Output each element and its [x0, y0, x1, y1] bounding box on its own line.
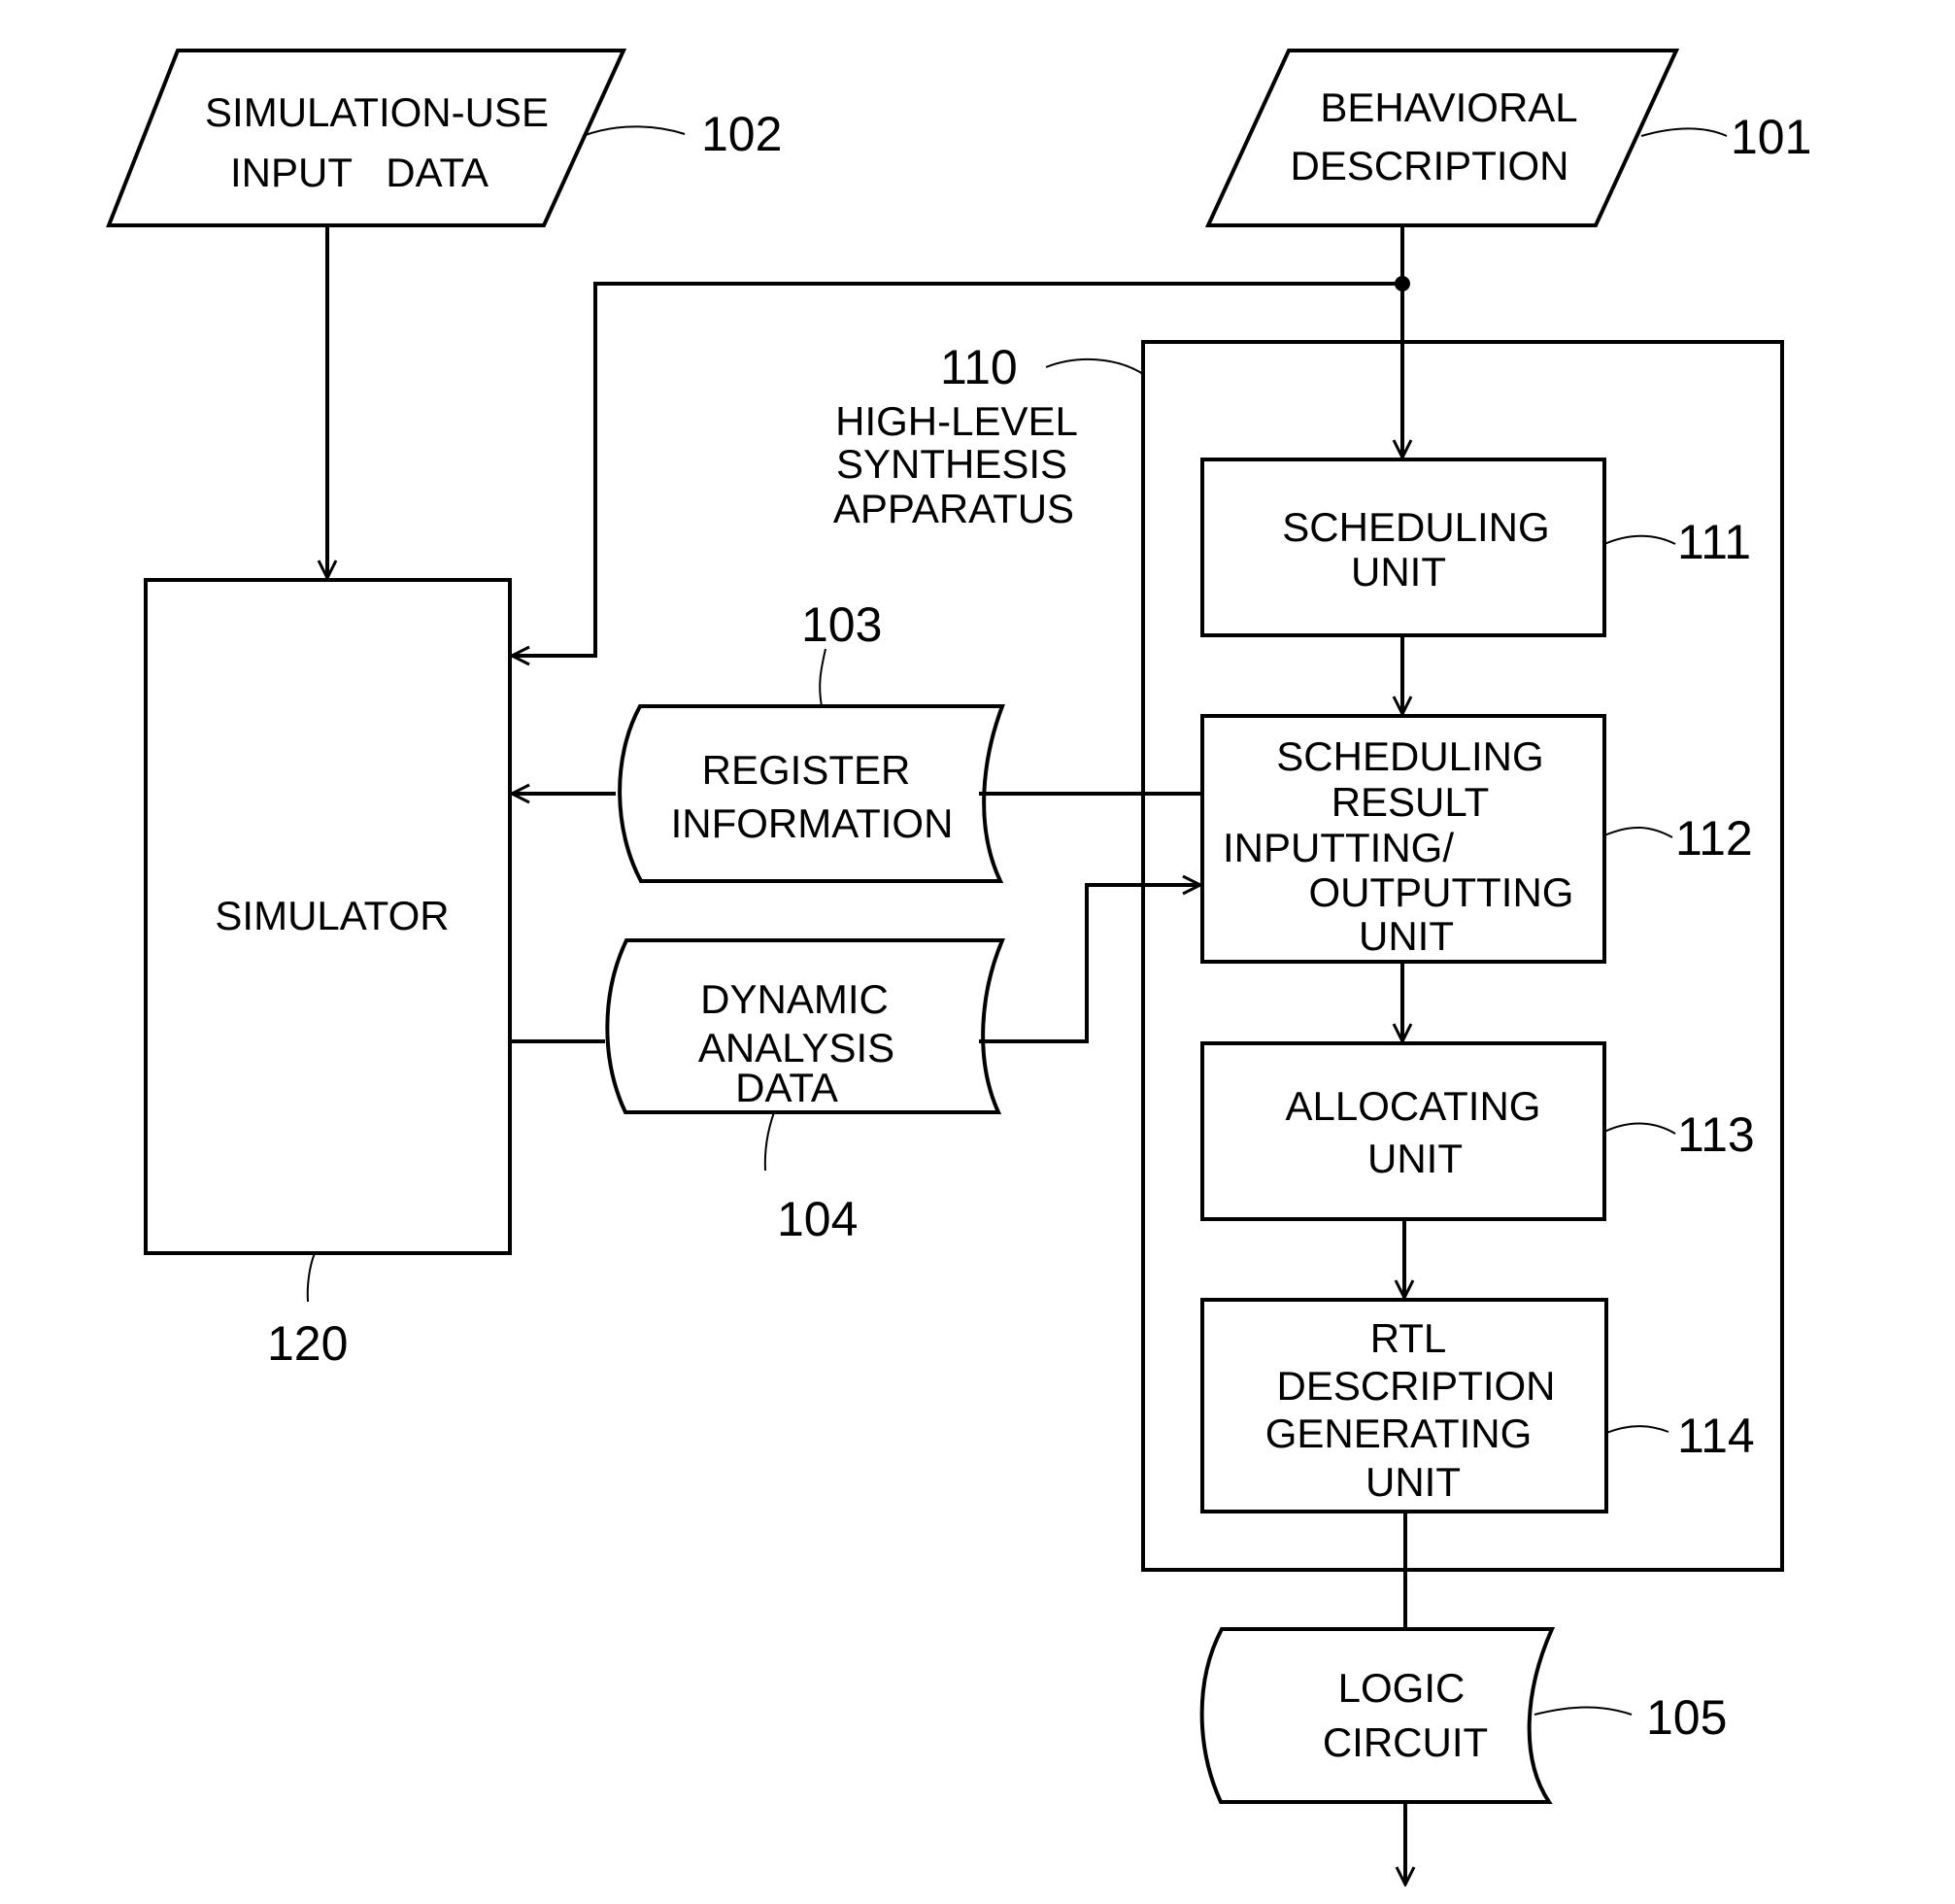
node-label-line: ALLOCATING — [1286, 1083, 1541, 1129]
scheduling-result-io-unit-node: SCHEDULING RESULT INPUTTING/ OUTPUTTING … — [1200, 714, 1606, 964]
leader-line — [763, 1111, 775, 1172]
leader-line — [1045, 358, 1144, 375]
scheduling-unit-node: SCHEDULING UNIT — [1200, 458, 1606, 637]
ref-number-103: 103 — [801, 597, 882, 652]
node-label-line: GENERATING — [1265, 1411, 1533, 1456]
logic-circuit-node: LOGIC CIRCUIT — [1199, 1627, 1556, 1804]
node-label-line: UNIT — [1365, 1459, 1461, 1505]
rtl-description-generating-unit-node: RTL DESCRIPTION GENERATING UNIT — [1200, 1298, 1608, 1513]
ref-number-120: 120 — [267, 1316, 348, 1371]
node-label-line: DESCRIPTION — [1276, 1363, 1555, 1409]
node-label-line: ANALYSIS — [698, 1025, 894, 1071]
node-label-line: LOGIC — [1338, 1665, 1466, 1711]
block-diagram: SIMULATION-USE INPUT DATA 102 BEHAVIORAL… — [106, 49, 1811, 1904]
node-label-line: UNIT — [1351, 549, 1446, 595]
ref-number-113: 113 — [1677, 1107, 1755, 1162]
leader-line — [819, 648, 826, 707]
apparatus-label-line: SYNTHESIS — [836, 441, 1067, 487]
ref-number-101: 101 — [1731, 110, 1811, 164]
node-label-line: CIRCUIT — [1323, 1719, 1488, 1765]
node-label-line: UNIT — [1359, 913, 1454, 959]
leader-line — [582, 125, 686, 137]
leader-line — [1534, 1706, 1633, 1716]
node-label-line: INFORMATION — [671, 800, 954, 846]
node-label-line: RESULT — [1331, 779, 1490, 825]
node-label-line: SIMULATOR — [215, 893, 449, 938]
node-label-line: RTL — [1370, 1315, 1447, 1361]
apparatus-label-line: APPARATUS — [833, 486, 1074, 531]
node-label-line: REGISTER — [702, 747, 911, 793]
ref-number-105: 105 — [1646, 1690, 1727, 1745]
apparatus-label-line: HIGH-LEVEL — [835, 398, 1078, 444]
ref-number-102: 102 — [701, 107, 782, 161]
leader-line — [1640, 127, 1728, 137]
leader-line — [306, 1252, 316, 1303]
leader-line — [1603, 1122, 1676, 1135]
allocating-unit-node: ALLOCATING UNIT — [1200, 1041, 1606, 1221]
node-label-line: DATA — [735, 1065, 838, 1110]
register-information-node: REGISTER INFORMATION — [618, 704, 1005, 883]
leader-line — [1605, 1425, 1669, 1434]
ref-number-111: 111 — [1677, 515, 1751, 569]
node-label-line: OUTPUTTING — [1309, 869, 1574, 915]
leader-line — [1603, 826, 1673, 838]
node-label-line: SIMULATION-USE — [205, 89, 549, 135]
behavioral-description-node: BEHAVIORAL DESCRIPTION — [1204, 49, 1680, 227]
node-label-line: INPUTTING/ — [1223, 825, 1454, 870]
ref-number-112: 112 — [1675, 811, 1753, 866]
ref-number-104: 104 — [777, 1192, 858, 1246]
dynamic-analysis-data-node: DYNAMIC ANALYSIS DATA — [605, 938, 1006, 1114]
simulator-node: SIMULATOR — [144, 578, 512, 1255]
node-label-line: DYNAMIC — [700, 976, 889, 1022]
node-label-line: INPUT DATA — [230, 150, 489, 195]
arrow-dynamic-to-srio — [979, 885, 1200, 1043]
node-label-line: BEHAVIORAL — [1320, 85, 1577, 130]
ref-number-110: 110 — [940, 340, 1018, 394]
node-label-line: UNIT — [1367, 1136, 1463, 1181]
leader-line — [1603, 534, 1676, 545]
node-label-line: SCHEDULING — [1276, 733, 1543, 779]
node-label-line: SCHEDULING — [1282, 504, 1549, 550]
ref-number-114: 114 — [1677, 1409, 1755, 1463]
simulation-use-input-data-node: SIMULATION-USE INPUT DATA — [106, 49, 627, 227]
node-label-line: DESCRIPTION — [1290, 143, 1568, 188]
